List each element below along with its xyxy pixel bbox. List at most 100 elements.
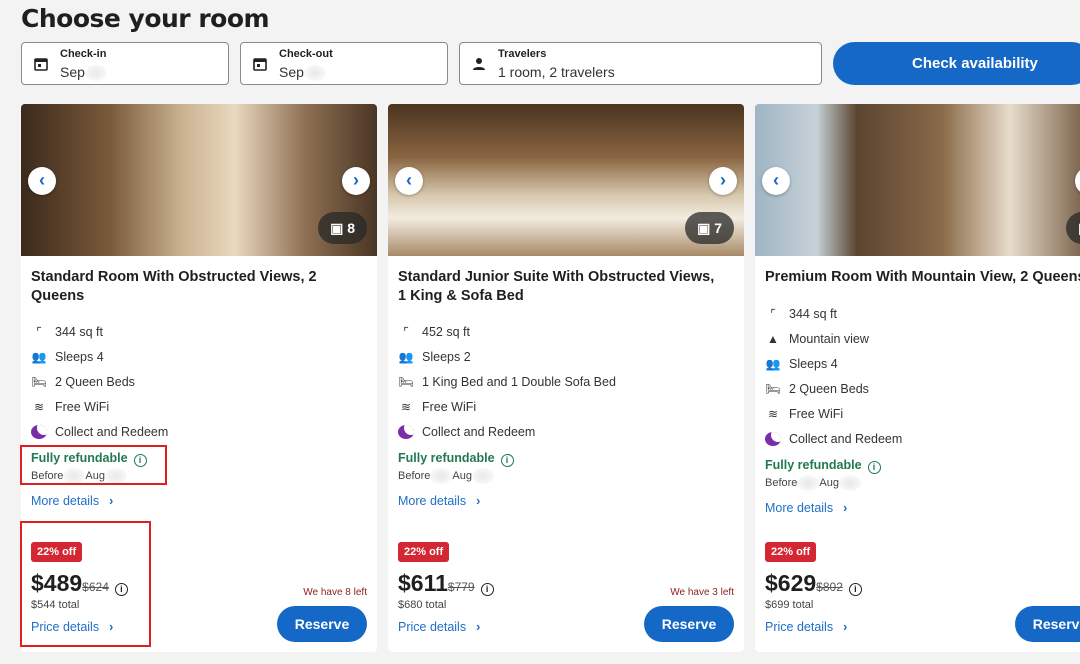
feature-sleeps: Sleeps 2: [422, 349, 471, 364]
price-details-label: Price details: [765, 620, 834, 634]
chevron-right-icon: ›: [476, 494, 481, 508]
checkout-field[interactable]: Check-out Sep: [240, 42, 448, 85]
feature-wifi: Free WiFi: [789, 406, 844, 421]
floor-plan-icon: ⌜: [36, 324, 42, 339]
more-details-link[interactable]: More details ›: [398, 494, 480, 508]
room-title: Standard Junior Suite With Obstructed Vi…: [398, 269, 715, 304]
page-title: Choose your room: [21, 4, 270, 33]
price: $629: [765, 570, 817, 596]
room-photo[interactable]: ‹ › ▣ 8: [21, 104, 377, 256]
room-photo[interactable]: ‹ › ▣ 6: [755, 104, 1080, 256]
floor-plan-icon: ⌜: [403, 324, 409, 339]
info-icon[interactable]: i: [500, 454, 514, 467]
feature-area: 344 sq ft: [55, 324, 103, 339]
availability-note: We have 3 left: [670, 587, 734, 598]
bed-icon: 🛏: [765, 381, 781, 396]
price-details-link[interactable]: Price details ›: [765, 620, 847, 634]
travelers-label: Travelers: [498, 48, 547, 60]
photo-count-button[interactable]: ▣ 6: [1066, 212, 1080, 244]
reserve-button[interactable]: Reserve: [277, 606, 367, 642]
gallery-icon: ▣: [330, 220, 348, 236]
rewards-moon-icon: [398, 424, 414, 439]
checkin-field[interactable]: Check-in Sep: [21, 42, 229, 85]
photo-count-button[interactable]: ▣ 7: [685, 212, 734, 244]
price: $611: [398, 570, 448, 596]
room-card: ‹ › ▣ 7 Standard Junior Suite With Obstr…: [388, 104, 744, 652]
bed-icon: 🛏: [31, 374, 47, 389]
next-photo-button[interactable]: ›: [709, 167, 737, 195]
refund-label: Fully refundable: [765, 458, 862, 472]
availability-note: We have 8 left: [303, 587, 367, 598]
wifi-icon: ≋: [767, 406, 779, 421]
price-details-label: Price details: [398, 620, 467, 634]
calendar-icon: [34, 58, 48, 71]
checkin-value: Sep: [60, 64, 85, 80]
room-title: Premium Room With Mountain View, 2 Queen…: [765, 269, 1080, 285]
price-details-link[interactable]: Price details ›: [398, 620, 480, 634]
feature-sleeps: Sleeps 4: [55, 349, 104, 364]
people-icon: 👥: [398, 349, 414, 364]
mountain-icon: ▲: [767, 331, 779, 346]
total-price: $699 total: [765, 599, 814, 611]
discount-badge: 22% off: [765, 542, 817, 562]
before-text: Before: [765, 476, 798, 489]
info-icon[interactable]: i: [480, 583, 494, 596]
rewards-moon-icon: [765, 431, 781, 446]
chevron-right-icon: ›: [109, 494, 114, 508]
check-availability-label: Check availability: [912, 55, 1038, 72]
person-icon: [473, 58, 485, 70]
photo-count: 8: [347, 220, 355, 236]
chevron-right-icon: ›: [843, 620, 848, 634]
feature-wifi: Free WiFi: [55, 399, 110, 414]
feature-area: 344 sq ft: [789, 306, 837, 321]
checkout-label: Check-out: [279, 48, 333, 60]
feature-rewards: Collect and Redeem: [422, 424, 536, 439]
chevron-right-icon: ›: [476, 620, 481, 634]
rewards-moon-icon: [31, 424, 47, 439]
feature-beds: 2 Queen Beds: [789, 381, 869, 396]
previous-photo-button[interactable]: ‹: [395, 167, 423, 195]
check-availability-button[interactable]: Check availability: [833, 42, 1080, 85]
next-photo-button[interactable]: ›: [1075, 167, 1080, 195]
old-price: $779: [447, 580, 475, 594]
info-icon[interactable]: i: [848, 583, 862, 596]
feature-sleeps: Sleeps 4: [789, 356, 838, 371]
more-details-label: More details: [31, 494, 100, 508]
travelers-field[interactable]: Travelers 1 room, 2 travelers: [459, 42, 822, 85]
discount-badge: 22% off: [398, 542, 450, 562]
reserve-button[interactable]: Reserve: [1015, 606, 1080, 642]
gallery-icon: ▣: [697, 220, 715, 236]
previous-photo-button[interactable]: ‹: [762, 167, 790, 195]
highlight-box-refund: [20, 445, 167, 485]
next-photo-button[interactable]: ›: [342, 167, 370, 195]
more-details-link[interactable]: More details ›: [31, 494, 113, 508]
reserve-button[interactable]: Reserve: [644, 606, 734, 642]
travelers-value: 1 room, 2 travelers: [498, 64, 615, 80]
feature-view: Mountain view: [789, 331, 869, 346]
before-month: Aug: [452, 469, 472, 482]
feature-rewards: Collect and Redeem: [55, 424, 169, 439]
more-details-label: More details: [398, 494, 467, 508]
wifi-icon: ≋: [33, 399, 45, 414]
previous-photo-button[interactable]: ‹: [28, 167, 56, 195]
before-month: Aug: [819, 476, 839, 489]
calendar-icon: [253, 58, 267, 71]
highlight-box-price: [20, 521, 151, 647]
feature-beds: 2 Queen Beds: [55, 374, 135, 389]
checkin-label: Check-in: [60, 48, 107, 60]
floor-plan-icon: ⌜: [770, 306, 776, 321]
chevron-right-icon: ›: [843, 501, 848, 515]
wifi-icon: ≋: [400, 399, 412, 414]
feature-rewards: Collect and Redeem: [789, 431, 903, 446]
total-price: $680 total: [398, 599, 447, 611]
info-icon[interactable]: i: [867, 461, 881, 474]
before-text: Before: [398, 469, 431, 482]
old-price: $802: [816, 580, 843, 594]
bed-icon: 🛏: [398, 374, 414, 389]
more-details-link[interactable]: More details ›: [765, 501, 847, 515]
more-details-label: More details: [765, 501, 834, 515]
room-title: Standard Room With Obstructed Views, 2 Q…: [31, 269, 317, 304]
feature-beds: 1 King Bed and 1 Double Sofa Bed: [422, 374, 616, 389]
room-photo[interactable]: ‹ › ▣ 7: [388, 104, 744, 256]
photo-count-button[interactable]: ▣ 8: [318, 212, 367, 244]
